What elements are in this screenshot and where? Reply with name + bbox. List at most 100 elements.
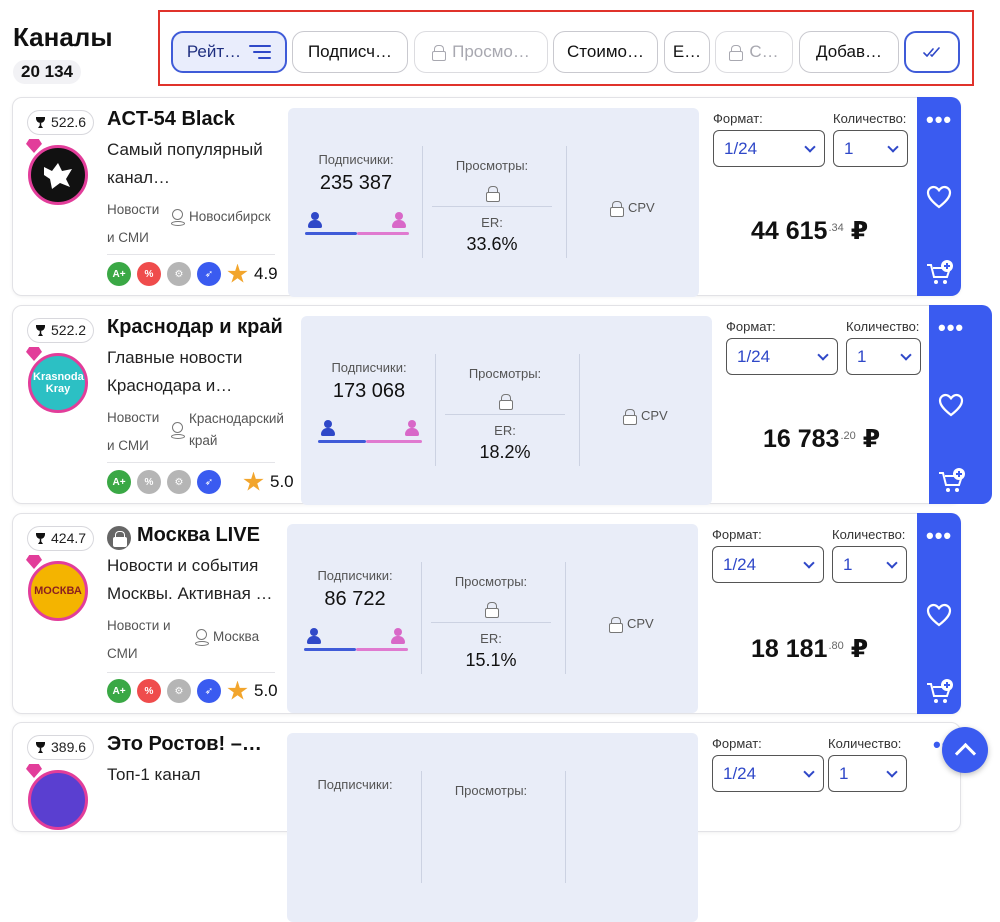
avatar[interactable]: МОСКВА bbox=[28, 561, 88, 621]
rocket-badge-icon: ➶ bbox=[197, 470, 221, 494]
male-icon bbox=[308, 212, 322, 228]
divider bbox=[565, 771, 566, 883]
channel-card[interactable]: 522.2 Krasnodar Kray Краснодар и край Гл… bbox=[12, 305, 992, 505]
location-pin-icon bbox=[171, 422, 185, 439]
quantity-select[interactable]: 1 bbox=[833, 130, 908, 167]
bot-badge-icon: ⚙ bbox=[167, 470, 191, 494]
filter-cpv-button[interactable]: С… bbox=[715, 31, 793, 73]
price-main: 44 615 bbox=[751, 217, 828, 245]
female-icon bbox=[391, 628, 405, 644]
quality-badge: A+ bbox=[107, 262, 131, 286]
format-select[interactable]: 1/24 bbox=[726, 338, 838, 375]
trophy-icon bbox=[35, 117, 46, 128]
channel-name[interactable]: Москва LIVE bbox=[137, 524, 260, 547]
channel-card[interactable]: 522.6 ACT-54 Black Самый популярный кана… bbox=[12, 97, 961, 297]
channel-description: Новости и события Москвы. Активная … bbox=[107, 556, 273, 603]
male-share-bar bbox=[305, 232, 357, 235]
apply-filters-button[interactable] bbox=[904, 31, 960, 73]
add-to-cart-icon[interactable] bbox=[938, 467, 966, 495]
avatar[interactable]: Krasnodar Kray bbox=[28, 353, 88, 413]
filter-er-button[interactable]: E… bbox=[664, 31, 710, 73]
filter-er-label: E… bbox=[672, 42, 702, 61]
channel-card[interactable]: 389.6 Это Ростов! –… Топ-1 канал Подписч… bbox=[12, 722, 961, 922]
filter-added-label: Добав… bbox=[816, 42, 882, 61]
star-icon bbox=[227, 680, 248, 700]
star-rating: 5.0 bbox=[254, 681, 278, 700]
avatar[interactable] bbox=[28, 145, 88, 205]
quantity-label: Количество: bbox=[828, 736, 902, 751]
views-label: Просмотры: bbox=[468, 366, 542, 381]
rating-badge: 424.7 bbox=[27, 526, 95, 551]
er-label: ER: bbox=[481, 215, 503, 230]
price-main: 18 181 bbox=[751, 635, 828, 663]
heart-icon[interactable] bbox=[938, 393, 964, 417]
location-pin-icon bbox=[195, 629, 209, 646]
currency: ₽ bbox=[850, 635, 869, 663]
lock-icon bbox=[609, 617, 623, 636]
views-label: Просмотры: bbox=[454, 783, 528, 798]
quantity-select[interactable]: 1 bbox=[828, 755, 907, 792]
quantity-select[interactable]: 1 bbox=[832, 546, 907, 583]
lock-icon bbox=[432, 45, 447, 61]
channel-city: Новосибирск bbox=[189, 209, 271, 224]
chevron-down-icon bbox=[817, 348, 829, 361]
channel-location: Москва bbox=[195, 626, 259, 648]
cpv-label: CPV bbox=[628, 200, 655, 215]
chevron-down-icon bbox=[803, 556, 815, 569]
format-select[interactable]: 1/24 bbox=[713, 130, 825, 167]
price: 44 615.34 ₽ bbox=[751, 216, 868, 246]
divider bbox=[445, 414, 565, 415]
divider bbox=[566, 146, 567, 258]
action-sidebar: ••• bbox=[917, 97, 961, 296]
star-rating: 5.0 bbox=[270, 472, 294, 491]
more-options-icon[interactable]: ••• bbox=[926, 109, 952, 131]
channel-card[interactable]: 424.7 МОСКВА Москва LIVE Новости и событ… bbox=[12, 513, 961, 714]
feature-badges: A+ % ⚙ ➶ 4.9 bbox=[107, 262, 278, 286]
format-select[interactable]: 1/24 bbox=[712, 546, 824, 583]
rating-value: 522.6 bbox=[51, 114, 87, 130]
scroll-to-top-button[interactable] bbox=[942, 727, 988, 773]
quantity-value: 1 bbox=[844, 138, 854, 158]
heart-icon[interactable] bbox=[926, 603, 952, 627]
filter-rating-button[interactable]: Рейт… bbox=[171, 31, 287, 73]
er-label: ER: bbox=[494, 423, 516, 438]
channel-name[interactable]: Это Ростов! –… bbox=[107, 733, 262, 756]
add-to-cart-icon[interactable] bbox=[926, 678, 954, 706]
price: 16 783.20 ₽ bbox=[763, 424, 880, 454]
quantity-value: 1 bbox=[857, 346, 867, 366]
format-value: 1/24 bbox=[723, 763, 757, 783]
filter-subscribers-button[interactable]: Подписч… bbox=[292, 31, 408, 73]
feature-badges: A+ % ⚙ ➶ 5.0 bbox=[107, 679, 278, 703]
quantity-select[interactable]: 1 bbox=[846, 338, 921, 375]
er-value: 15.1% bbox=[465, 650, 517, 670]
divider bbox=[432, 206, 552, 207]
female-icon bbox=[405, 420, 419, 436]
price-cents: .34 bbox=[828, 222, 844, 234]
channel-name[interactable]: ACT-54 Black bbox=[107, 108, 235, 131]
divider bbox=[435, 354, 436, 466]
heart-icon[interactable] bbox=[926, 185, 952, 209]
divider bbox=[107, 254, 275, 255]
add-to-cart-icon[interactable] bbox=[926, 259, 954, 287]
channel-name[interactable]: Краснодар и край bbox=[107, 316, 283, 339]
format-select[interactable]: 1/24 bbox=[712, 755, 824, 792]
action-sidebar: ••• bbox=[929, 305, 973, 504]
quantity-value: 1 bbox=[839, 763, 849, 783]
filter-views-button[interactable]: Просмо… bbox=[414, 31, 548, 73]
price: 18 181.80 ₽ bbox=[751, 634, 868, 664]
chevron-down-icon bbox=[886, 556, 898, 569]
cpv-label: CPV bbox=[627, 616, 654, 631]
rating-badge: 522.6 bbox=[27, 110, 95, 135]
filter-cost-button[interactable]: Стоимо… bbox=[553, 31, 658, 73]
location-pin-icon bbox=[171, 209, 185, 226]
channel-category: Новости и СМИ bbox=[107, 202, 160, 245]
channel-description: Самый популярный канал… bbox=[107, 140, 263, 187]
subscribers-label: Подписчики: bbox=[318, 152, 394, 167]
trophy-icon bbox=[35, 325, 46, 336]
channel-count-badge: 20 134 bbox=[13, 60, 81, 84]
filter-added-button[interactable]: Добав… bbox=[799, 31, 899, 73]
more-options-icon[interactable]: ••• bbox=[938, 317, 964, 339]
private-channel-lock-icon bbox=[107, 526, 131, 550]
more-options-icon[interactable]: ••• bbox=[926, 525, 952, 547]
avatar[interactable] bbox=[28, 770, 88, 830]
